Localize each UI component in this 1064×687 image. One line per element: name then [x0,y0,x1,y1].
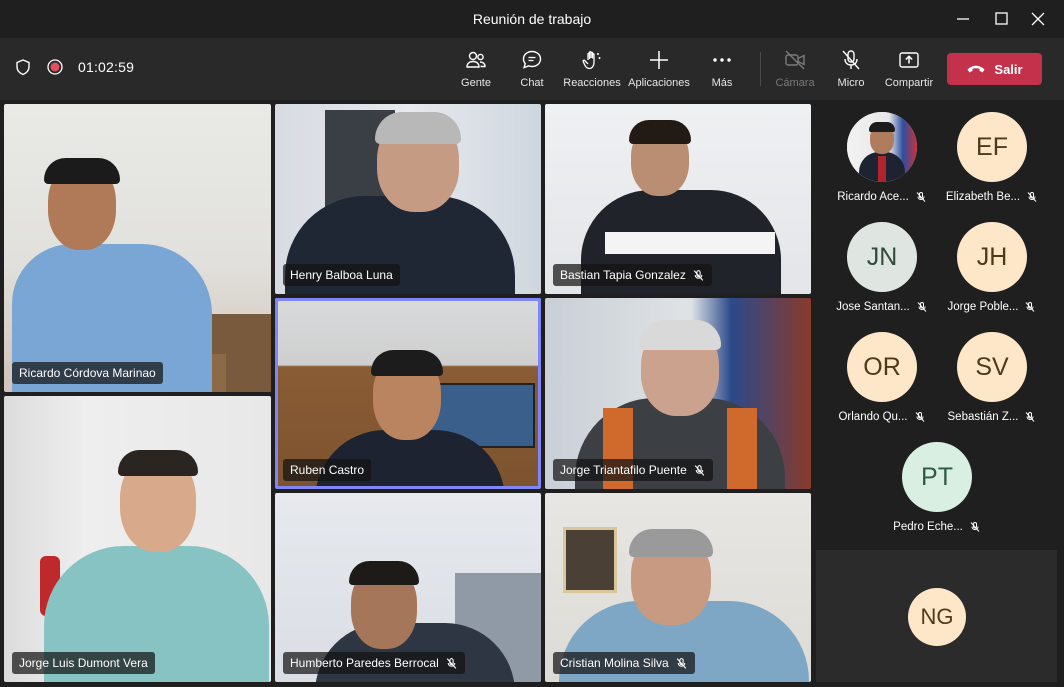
mic-muted-icon [970,522,980,532]
roster-participant[interactable]: EF Elizabeth Be... [937,112,1047,203]
video-person-hair [629,120,691,144]
mic-muted-icon [916,192,926,202]
participant-name-tag: Jorge Triantafilo Puente [553,459,713,481]
video-person-hair [118,450,198,476]
mic-muted-icon [1026,302,1035,312]
mic-muted-icon [676,657,686,669]
leave-button[interactable]: Salir [947,53,1042,85]
video-person-hair [639,320,721,350]
avatar: JN [847,222,917,292]
roster-participant[interactable]: PT Pedro Eche... [882,442,992,533]
participant-name-tag: Humberto Paredes Berrocal [283,652,465,674]
mic-muted-icon [1027,192,1037,202]
window-title: Reunión de trabajo [472,11,592,27]
mic-muted-icon [694,464,704,476]
video-tile[interactable]: Humberto Paredes Berrocal [275,493,541,682]
hang-up-icon [967,65,985,73]
minimize-icon[interactable] [952,8,974,30]
participant-name-tag: Ricardo Córdova Marinao [12,362,163,384]
roster-name: Sebastián Z... [947,411,1019,423]
video-tile[interactable]: Cristian Molina Silva [545,493,811,682]
avatar: NG [908,588,966,646]
meeting-timer: 01:02:59 [78,59,135,75]
avatar: JH [957,222,1027,292]
video-tile[interactable]: Ricardo Córdova Marinao [4,104,271,392]
title-bar: Reunión de trabajo [0,0,1064,38]
mic-muted-icon [1026,412,1035,422]
roster-participant[interactable]: JN Jose Santan... [827,222,937,313]
roster-name: Orlando Qu... [838,411,908,423]
video-person-hair [375,112,461,144]
participant-name-tag: Jorge Luis Dumont Vera [12,652,155,674]
video-person-vest [727,408,757,489]
people-icon [466,51,486,68]
avatar: EF [957,112,1027,182]
recording-icon [47,59,63,75]
roster-participant[interactable]: SV Sebastián Z... [937,332,1047,423]
roster-name: Ricardo Ace... [837,191,909,203]
avatar: SV [957,332,1027,402]
participant-gallery: Ricardo Ace... EF Elizabeth Be... JN Jos… [816,100,1064,550]
mic-muted-icon [693,269,704,281]
mic-muted-icon [915,412,924,422]
video-person-hair [349,561,419,585]
participant-name-tag: Cristian Molina Silva [553,652,695,674]
video-tile[interactable]: Jorge Luis Dumont Vera [4,396,271,682]
avatar [847,112,917,182]
maximize-icon[interactable] [990,8,1012,30]
participant-name-tag: Henry Balboa Luna [283,264,400,286]
video-tile-active-speaker[interactable]: Ruben Castro [275,298,541,489]
roster-name: Jorge Poble... [947,301,1019,313]
video-person-hair [371,350,443,376]
reactions-button[interactable]: Reacciones [557,48,627,89]
share-button[interactable]: Compartir [874,48,944,89]
shield-icon[interactable] [14,58,32,76]
overflow-participant-tile[interactable]: NG [816,550,1057,682]
mic-muted-icon [917,302,927,312]
apps-button[interactable]: Aplicaciones [624,48,694,89]
share-icon [899,52,919,68]
more-icon [713,58,731,62]
video-person-hair [44,158,120,184]
roster-name: Jose Santan... [836,301,910,313]
participant-name-tag: Ruben Castro [283,459,372,481]
video-tile[interactable]: Henry Balboa Luna [275,104,541,294]
video-tile[interactable]: Bastian Tapia Gonzalez [545,104,811,294]
roster-participant[interactable]: JH Jorge Poble... [937,222,1047,313]
roster-participant[interactable]: Ricardo Ace... [827,112,937,203]
roster-name: Pedro Eche... [893,521,963,533]
chat-icon [522,50,542,69]
mic-off-icon [842,50,860,70]
camera-off-icon [785,50,805,70]
roster-name: Elizabeth Be... [945,191,1021,203]
leave-label: Salir [994,61,1023,77]
avatar: PT [902,442,972,512]
video-person-stripe [605,232,775,254]
close-icon[interactable] [1027,8,1049,30]
reactions-icon [582,51,601,70]
add-apps-icon [650,51,668,69]
video-portrait-frame [563,527,617,593]
more-button[interactable]: Más [687,48,757,89]
video-tile[interactable]: Jorge Triantafilo Puente [545,298,811,489]
roster-participant[interactable]: OR Orlando Qu... [827,332,937,423]
mic-muted-icon [446,657,456,669]
video-person-hair [629,529,713,557]
avatar: OR [847,332,917,402]
participant-name-tag: Bastian Tapia Gonzalez [553,264,712,286]
meeting-status: 01:02:59 [14,58,134,76]
